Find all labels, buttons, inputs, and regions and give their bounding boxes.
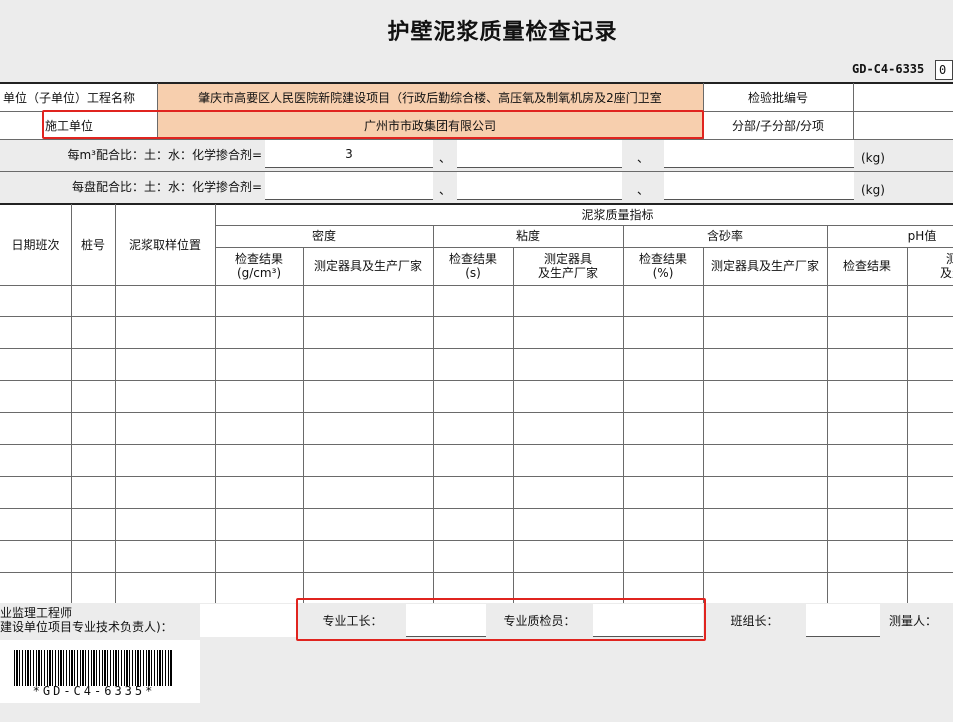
grid-line xyxy=(0,139,953,140)
col-pile-no: 桩号 xyxy=(80,237,105,252)
mix-per-batch-admixture-field[interactable] xyxy=(664,172,854,199)
supervisor-label-line1: 业监理工程师 xyxy=(0,606,73,620)
sand-instrument-header: 测定器具及生产厂家 xyxy=(710,259,819,273)
separator: 、 xyxy=(636,151,649,165)
header-density: 密度 xyxy=(311,229,336,243)
grid-line xyxy=(513,247,514,603)
form-code: GD-C4-6335 xyxy=(852,62,925,76)
density-result-header: 检查结果 (g/cm³) xyxy=(215,247,303,285)
separator: 、 xyxy=(438,183,451,197)
surveyor-label: 测量人： xyxy=(889,613,938,628)
barcode-image xyxy=(14,650,172,686)
supervisor-label: 业监理工程师 建设单位项目专业技术负责人)： xyxy=(0,604,200,637)
ph-instrument-line2: 及生 xyxy=(939,266,953,280)
separator: 、 xyxy=(636,183,649,197)
grid-line xyxy=(0,348,953,349)
form-code-suffix-cell[interactable]: 0 xyxy=(935,60,953,80)
grid-line xyxy=(0,444,953,445)
density-result-label: 检查结果 xyxy=(234,252,283,266)
viscosity-instrument-header: 测定器具 及生产厂家 xyxy=(513,247,623,285)
barcode-text: *GD-C4-6335* xyxy=(32,684,156,698)
division-label: 分部/子分部/分项 xyxy=(731,118,825,133)
mix-per-batch-water-field[interactable] xyxy=(457,172,622,199)
mix-per-m3-label: 每m³配合比：土：水：化学掺合剂= xyxy=(67,148,262,162)
header-ph: pH值 xyxy=(907,229,937,243)
viscosity-result-label: 检查结果 xyxy=(448,252,497,266)
sand-unit: (%) xyxy=(652,266,674,280)
header-quality-indicators: 泥浆质量指标 xyxy=(581,207,654,222)
grid-line xyxy=(907,247,908,603)
grid-line xyxy=(0,476,953,477)
grid-line xyxy=(827,225,828,603)
highlight-box-contractor xyxy=(42,110,704,139)
unit-kg: (kg) xyxy=(861,183,885,197)
supervisor-label-line2: 建设单位项目专业技术负责人)： xyxy=(0,620,173,634)
mix-per-batch-label: 每盘配合比：土：水：化学掺合剂= xyxy=(71,180,262,194)
highlight-box-signatures xyxy=(296,598,706,641)
viscosity-instrument-line1: 测定器具 xyxy=(543,252,592,266)
grid-line xyxy=(0,203,953,205)
grid-line xyxy=(0,171,953,172)
viscosity-instrument-line2: 及生产厂家 xyxy=(537,266,598,280)
batch-number-value[interactable] xyxy=(853,84,953,112)
form-title: 护壁泥浆质量检查记录 xyxy=(387,20,618,45)
division-value[interactable] xyxy=(853,112,953,139)
grid-line xyxy=(0,82,953,84)
mix-per-m3-admixture-field[interactable] xyxy=(664,140,854,167)
ph-instrument-header: 测 及生 xyxy=(907,247,953,285)
grid-line xyxy=(215,247,953,248)
mix-per-m3-water-field[interactable] xyxy=(457,140,622,167)
project-name-label: 单位（子单位）工程名称 xyxy=(3,91,136,105)
grid-line xyxy=(0,508,953,509)
grid-line xyxy=(0,572,953,573)
grid-line xyxy=(215,225,953,226)
grid-line xyxy=(0,540,953,541)
grid-line xyxy=(0,316,953,317)
supervisor-signature-field[interactable] xyxy=(200,604,298,637)
grid-line xyxy=(0,285,953,286)
grid-line xyxy=(623,225,624,603)
grid-line xyxy=(0,412,953,413)
viscosity-unit: (s) xyxy=(465,266,481,280)
ph-result-header: 检查结果 xyxy=(842,259,891,273)
viscosity-result-header: 检查结果 (s) xyxy=(433,247,513,285)
sand-result-header: 检查结果 (%) xyxy=(623,247,703,285)
density-unit: (g/cm³) xyxy=(236,266,282,280)
grid-line xyxy=(703,247,704,603)
grid-line xyxy=(71,204,72,603)
team-leader-signature-field[interactable] xyxy=(806,604,880,637)
ph-instrument-line1: 测 xyxy=(945,252,953,266)
grid-line xyxy=(303,247,304,603)
grid-line xyxy=(115,204,116,603)
project-name-value[interactable]: 肇庆市高要区人民医院新院建设项目（行政后勤综合楼、高压氧及制氧机房及2座门卫室 xyxy=(157,84,703,112)
sand-result-label: 检查结果 xyxy=(638,252,687,266)
header-sand-content: 含砂率 xyxy=(706,229,743,243)
grid-line xyxy=(853,83,854,139)
batch-number-label: 检验批编号 xyxy=(747,91,808,105)
team-leader-label: 班组长： xyxy=(730,613,779,628)
unit-kg: (kg) xyxy=(861,151,885,165)
grid-line xyxy=(433,225,434,603)
mix-per-batch-soil-field[interactable] xyxy=(265,172,433,199)
col-date-shift: 日期班次 xyxy=(11,237,60,252)
density-instrument-header: 测定器具及生产厂家 xyxy=(313,259,422,273)
grid-line xyxy=(0,380,953,381)
mix-per-m3-soil-field[interactable]: 3 xyxy=(265,140,433,167)
header-viscosity: 粘度 xyxy=(515,229,540,243)
col-sample-position: 泥浆取样位置 xyxy=(128,237,201,252)
separator: 、 xyxy=(438,151,451,165)
grid-line xyxy=(215,204,216,603)
